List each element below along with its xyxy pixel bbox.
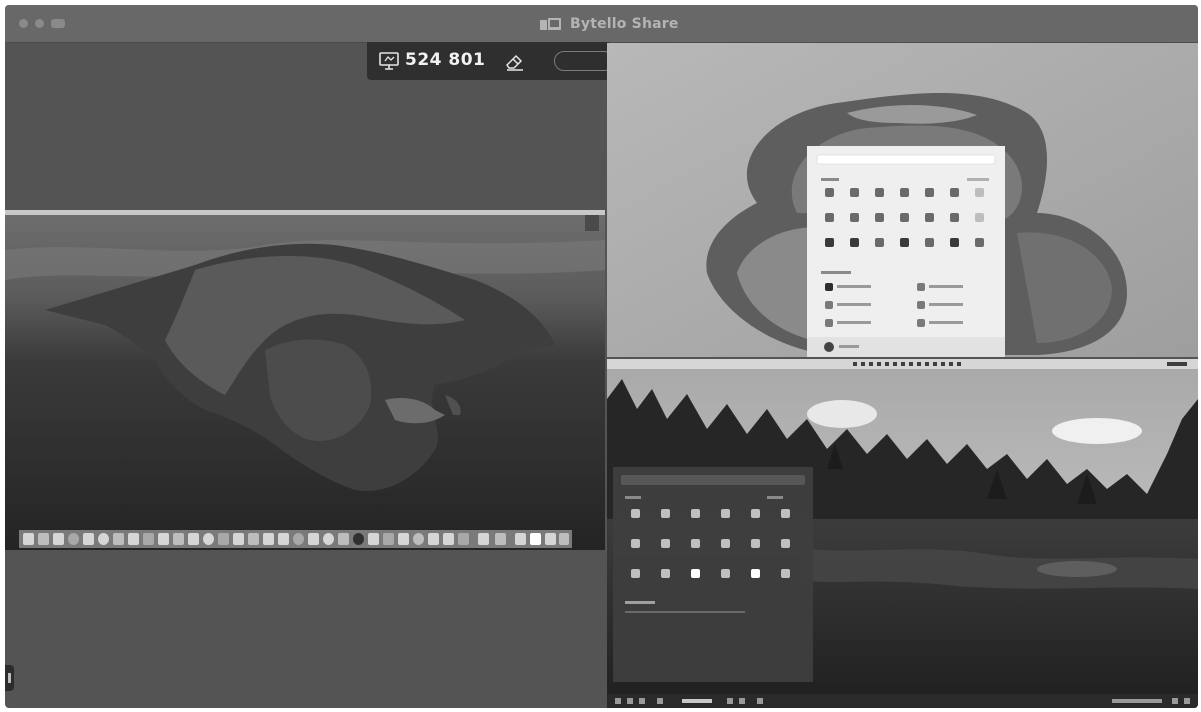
screen-macos[interactable] bbox=[5, 210, 605, 550]
window-titlebar: Bytello Share bbox=[5, 5, 1198, 43]
screen-windows[interactable] bbox=[607, 43, 1198, 357]
eraser-icon[interactable] bbox=[504, 50, 526, 72]
screen-share-icon bbox=[540, 18, 561, 30]
screen-linux[interactable] bbox=[607, 359, 1198, 708]
monitor-icon bbox=[379, 52, 399, 70]
window-title: Bytello Share bbox=[540, 14, 679, 34]
dock-icon[interactable] bbox=[19, 530, 572, 548]
session-action-button[interactable] bbox=[554, 51, 614, 71]
session-code-bar: 524 801 bbox=[367, 42, 614, 80]
bytello-share-window: Bytello Share 524 801 bbox=[5, 5, 1198, 708]
start-menu-icon[interactable] bbox=[807, 146, 1005, 357]
side-panel-handle[interactable] bbox=[5, 665, 14, 691]
close-window-button[interactable] bbox=[19, 19, 28, 28]
app-launcher-icon[interactable] bbox=[613, 467, 813, 682]
zoom-window-button[interactable] bbox=[51, 19, 65, 28]
minimize-window-button[interactable] bbox=[35, 19, 44, 28]
session-code: 524 801 bbox=[405, 50, 486, 70]
window-title-text: Bytello Share bbox=[570, 16, 679, 32]
